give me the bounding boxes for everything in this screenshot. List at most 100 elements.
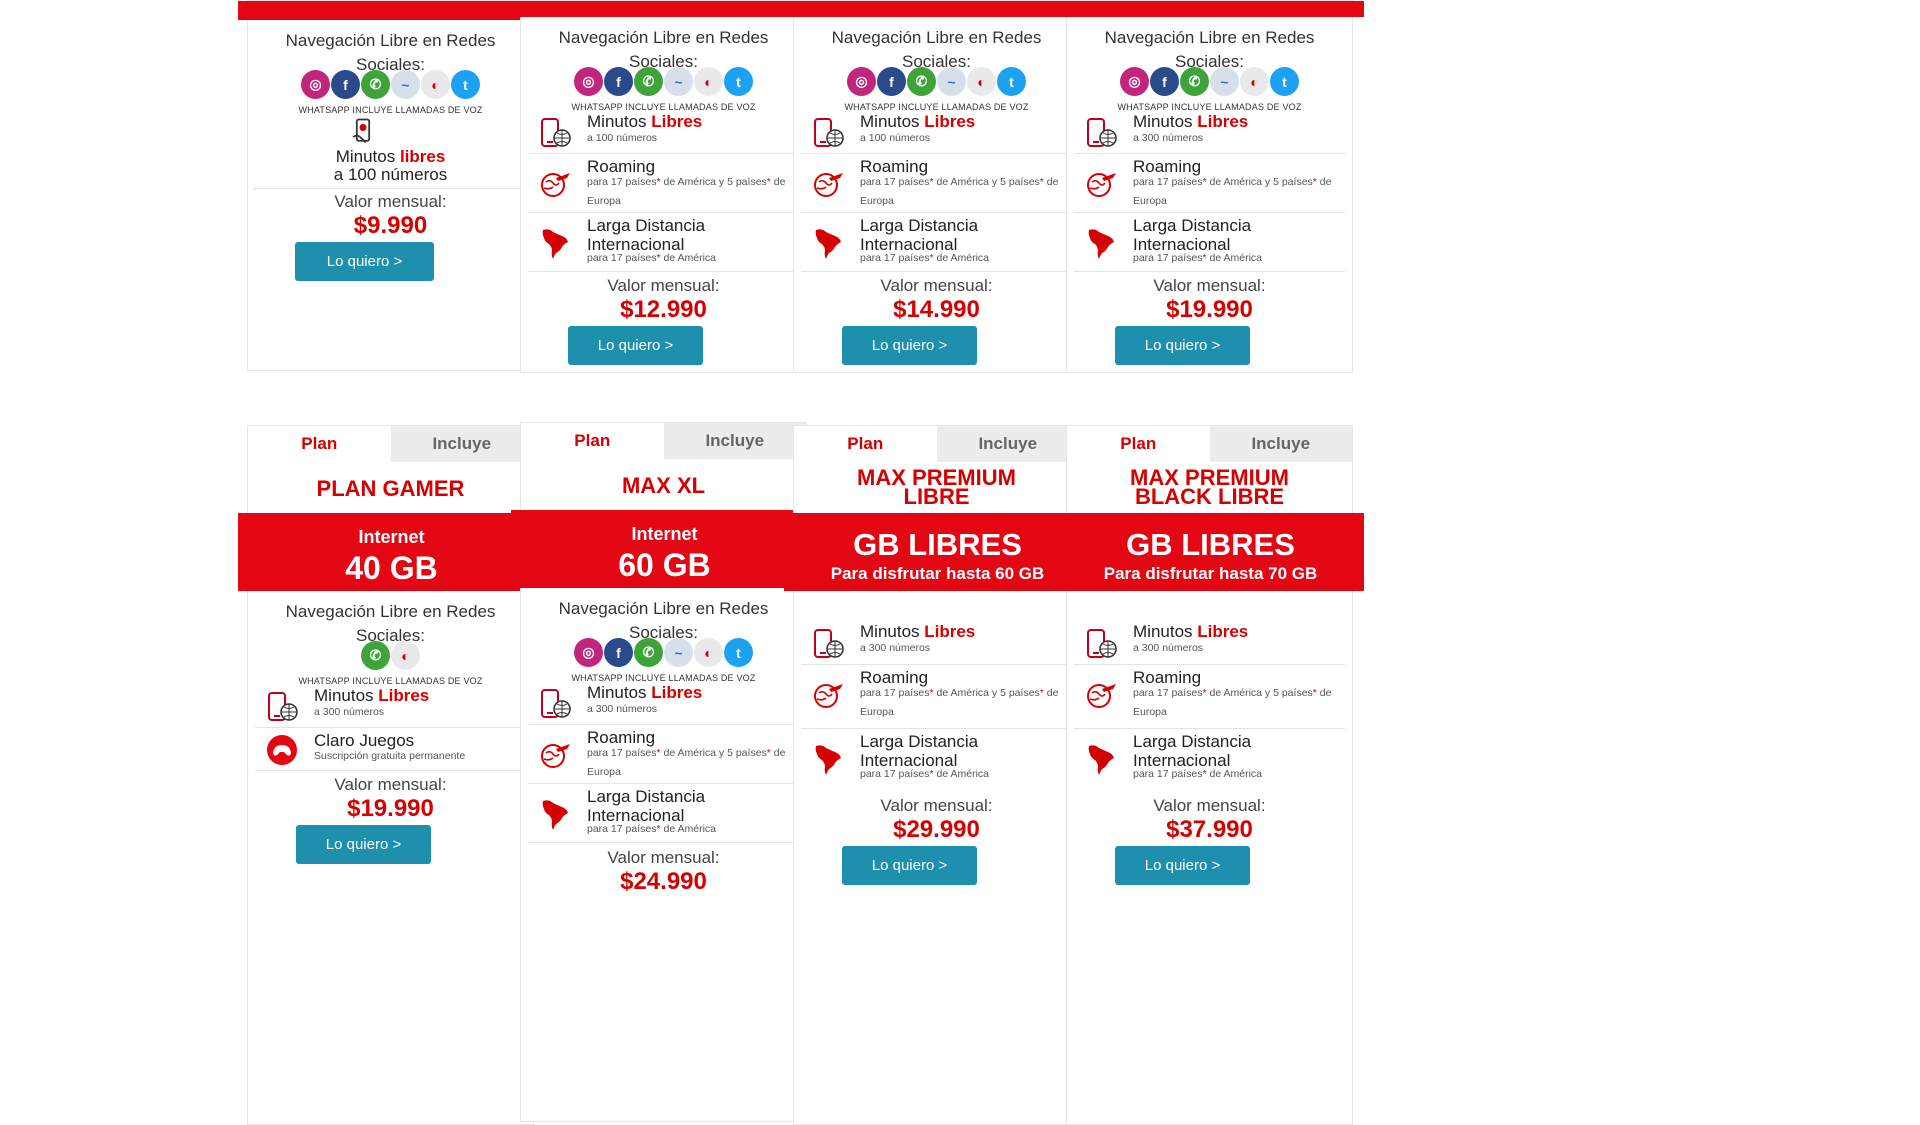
phone-globe-icon — [811, 627, 845, 661]
ld-sub-b: de América — [660, 252, 717, 264]
messenger-icon: ~ — [937, 67, 966, 96]
tab-plan[interactable]: Plan — [794, 426, 937, 462]
plane-globe-icon — [538, 737, 572, 771]
social-icons: ◎ f ✆ ~ ◐ t — [248, 70, 533, 99]
tab-incluye[interactable]: Incluye — [390, 426, 533, 462]
twitter-icon: t — [451, 70, 480, 99]
minutos-sub: a 300 números — [1133, 642, 1204, 654]
america-map-icon — [1084, 225, 1118, 259]
phone-globe-icon — [265, 690, 299, 724]
claro-icon: ◐ — [1240, 67, 1269, 96]
minutos-sub: a 100 números — [587, 132, 658, 144]
whatsapp-note: WHATSAPP INCLUYE LLAMADAS DE VOZ — [1117, 102, 1302, 112]
plan-band: Internet 40 GB — [238, 513, 545, 591]
phone-hand-icon — [348, 116, 378, 146]
plan-card-top-1: Navegación Libre en Redes Sociales: ◎ f … — [238, 0, 545, 371]
social-icons: ✆ ◐ — [248, 641, 533, 670]
feature-minutos: Minutos Libres a 300 números — [801, 622, 1072, 665]
lo-quiero-button[interactable]: Lo quiero > — [1115, 846, 1250, 885]
minutos-sub: a 300 números — [1133, 132, 1204, 144]
plan-card-top-3: Navegación Libre en Redes Sociales: ◎ f … — [784, 0, 1091, 373]
ld-sub-b: de América — [933, 768, 990, 780]
ld-sub-a: para 17 países — [587, 823, 657, 835]
twitter-icon: t — [724, 638, 753, 667]
juegos-sub: Suscripción gratuita permanente — [314, 750, 466, 762]
plan-card-bottom-2: Plan Incluye MAX XL Internet 60 GB Naveg… — [511, 422, 818, 1122]
plan-tabs: Plan Incluye — [521, 423, 806, 459]
tab-incluye[interactable]: Incluye — [1209, 426, 1352, 462]
ld-sub: para 17 países* de América — [587, 820, 791, 839]
social-icons: ◎ f ✆ ~ ◐ t — [521, 67, 806, 96]
plan-band: GB LIBRES Para disfrutar hasta 70 GB — [1057, 513, 1364, 591]
band-value: 40 GB — [345, 550, 438, 586]
gamepad-icon — [265, 733, 299, 767]
price: $14.990 — [893, 296, 980, 323]
plan-band: Internet 60 GB — [511, 510, 818, 588]
roaming-sub-b: de América y 5 países — [660, 176, 767, 188]
feature-minutos: Minutos Libres a 100 números — [528, 112, 799, 154]
instagram-icon: ◎ — [1120, 67, 1149, 96]
lo-quiero-button[interactable]: Lo quiero > — [1115, 326, 1250, 365]
plan-card-bottom-3: Plan Incluye MAX PREMIUM LIBRE GB LIBRES… — [784, 425, 1091, 1125]
instagram-icon: ◎ — [574, 67, 603, 96]
plan-name: MAX PREMIUM BLACK LIBRE — [1067, 467, 1352, 508]
roaming-sub: para 17 países* de América y 5 países* d… — [860, 173, 1064, 211]
ld-sub-a: para 17 países — [587, 252, 657, 264]
social-icons: ◎ f ✆ ~ ◐ t — [1067, 67, 1352, 96]
ld-title-1: Larga Distancia — [860, 732, 979, 751]
twitter-icon: t — [724, 67, 753, 96]
minutos-label: Minutos — [335, 147, 400, 166]
valor-label: Valor mensual: — [334, 775, 447, 794]
lo-quiero-button[interactable]: Lo quiero > — [295, 242, 434, 281]
price: $37.990 — [1166, 816, 1253, 843]
plan-card-top-4: Navegación Libre en Redes Sociales: ◎ f … — [1057, 0, 1364, 373]
price: $19.990 — [347, 795, 434, 822]
roaming-sub: para 17 países* de América y 5 países* d… — [587, 173, 791, 211]
lo-quiero-button[interactable]: Lo quiero > — [296, 825, 431, 864]
plan-band — [238, 1, 545, 20]
whatsapp-note: WHATSAPP INCLUYE LLAMADAS DE VOZ — [844, 102, 1029, 112]
band-label: GB LIBRES — [1126, 527, 1295, 562]
roaming-sub: para 17 países* de América y 5 países* d… — [860, 684, 1064, 722]
plan-name-2: LIBRE — [903, 484, 970, 509]
whatsapp-icon: ✆ — [634, 67, 663, 96]
ld-sub: para 17 países* de América — [1133, 765, 1337, 784]
roaming-sub: para 17 países* de América y 5 países* d… — [1133, 173, 1337, 211]
feature-claro-juegos: Claro Juegos Suscripción gratuita perman… — [255, 728, 526, 771]
feature-minutos: Minutos Libres a 100 números — [801, 112, 1072, 154]
phone-globe-icon — [538, 687, 572, 721]
plane-globe-icon — [1084, 677, 1118, 711]
claro-icon: ◐ — [694, 67, 723, 96]
lo-quiero-button[interactable]: Lo quiero > — [842, 326, 977, 365]
tab-incluye[interactable]: Incluye — [936, 426, 1079, 462]
tab-plan[interactable]: Plan — [521, 423, 664, 459]
whatsapp-icon: ✆ — [907, 67, 936, 96]
valor-label: Valor mensual: — [1153, 796, 1266, 815]
roaming-sub-a: para 17 países — [1133, 687, 1203, 699]
band-text: GB LIBRES Para disfrutar hasta 60 GB — [784, 513, 1091, 584]
roaming-sub-a: para 17 países — [587, 176, 657, 188]
instagram-icon: ◎ — [301, 70, 330, 99]
america-map-icon — [1084, 741, 1118, 775]
tab-plan[interactable]: Plan — [248, 426, 391, 462]
plan-tabs: Plan Incluye — [794, 426, 1079, 462]
ld-sub-a: para 17 países — [860, 768, 930, 780]
feature-roaming: Roaming para 17 países* de América y 5 p… — [1074, 665, 1345, 729]
ld-sub: para 17 países* de América — [860, 249, 1064, 268]
plan-band: GB LIBRES Para disfrutar hasta 60 GB — [784, 513, 1091, 591]
roaming-sub-a: para 17 países — [1133, 176, 1203, 188]
whatsapp-icon: ✆ — [634, 638, 663, 667]
tab-incluye[interactable]: Incluye — [663, 423, 806, 459]
instagram-icon: ◎ — [574, 638, 603, 667]
band-text: GB LIBRES Para disfrutar hasta 70 GB — [1057, 513, 1364, 584]
lo-quiero-button[interactable]: Lo quiero > — [842, 846, 977, 885]
tab-plan[interactable]: Plan — [1067, 426, 1210, 462]
lo-quiero-button[interactable]: Lo quiero > — [568, 326, 703, 365]
phone-globe-icon — [811, 116, 845, 150]
claro-icon: ◐ — [694, 638, 723, 667]
band-value: 60 GB — [618, 547, 711, 583]
band-label: GB LIBRES — [853, 527, 1022, 562]
feature-roaming: Roaming para 17 países* de América y 5 p… — [801, 665, 1072, 729]
plan-tabs: Plan Incluye — [1067, 426, 1352, 462]
feature-roaming: Roaming para 17 países* de América y 5 p… — [1074, 154, 1345, 213]
